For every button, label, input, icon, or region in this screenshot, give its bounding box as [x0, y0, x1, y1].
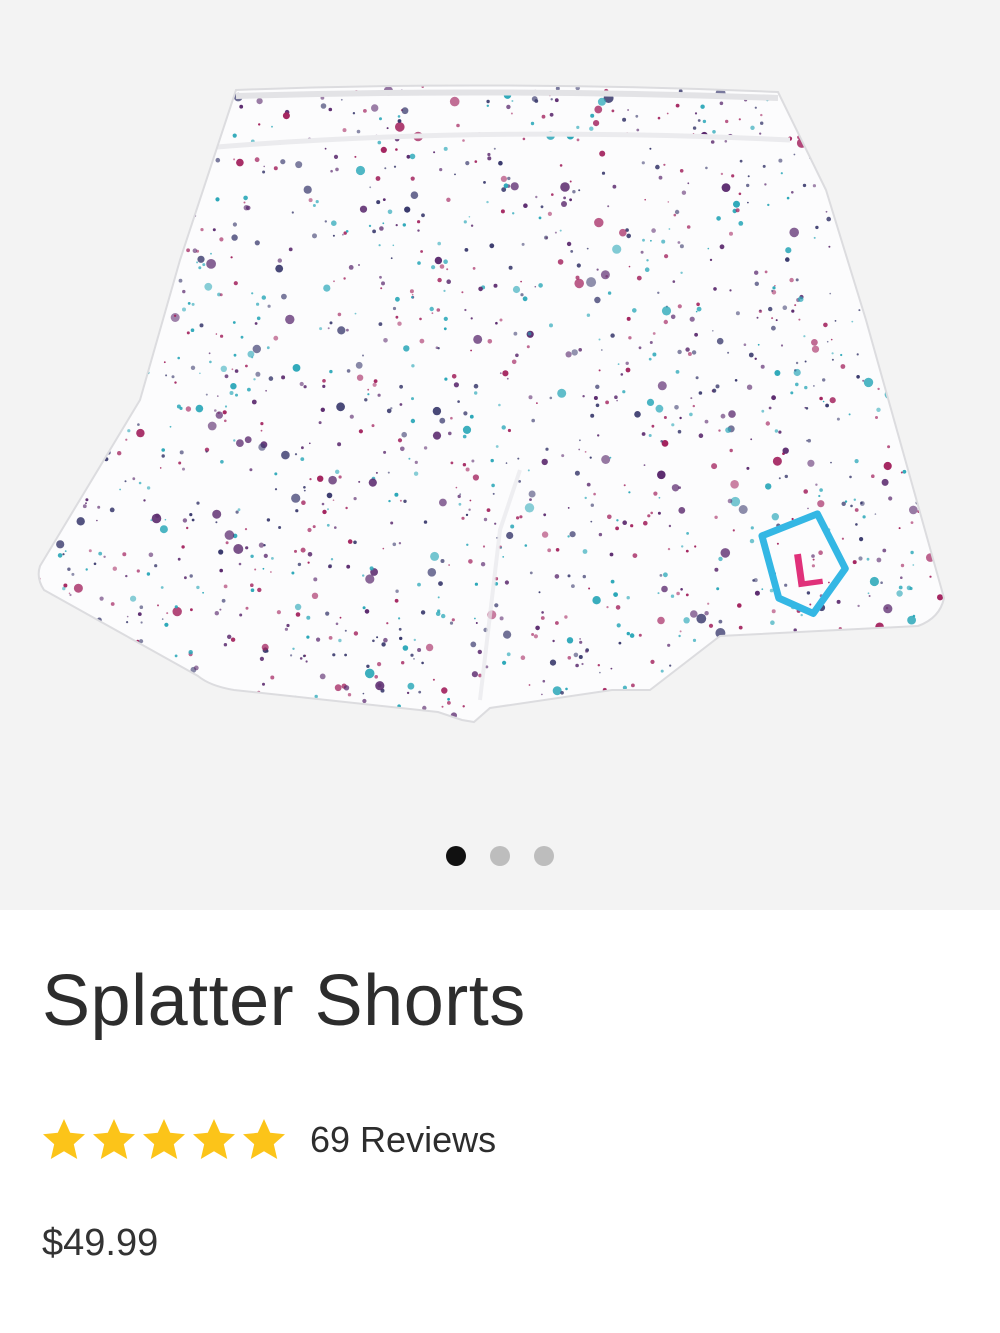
- product-image-gallery[interactable]: L: [0, 0, 1000, 910]
- product-price: $49.99: [42, 1222, 159, 1264]
- carousel-dot-2[interactable]: [490, 846, 510, 866]
- star-icon: [93, 1119, 135, 1159]
- star-icon: [43, 1119, 85, 1159]
- rating-stars: [40, 1116, 288, 1164]
- carousel-dots: [0, 846, 1000, 866]
- reviews-link[interactable]: 69 Reviews: [310, 1119, 496, 1161]
- product-rating[interactable]: 69 Reviews: [40, 1112, 496, 1168]
- star-icon: [243, 1119, 285, 1159]
- product-image[interactable]: L: [0, 0, 1000, 820]
- star-icon: [143, 1119, 185, 1159]
- star-icon: [193, 1119, 235, 1159]
- product-title: Splatter Shorts: [42, 961, 526, 1041]
- carousel-dot-3[interactable]: [534, 846, 554, 866]
- carousel-dot-1[interactable]: [446, 846, 466, 866]
